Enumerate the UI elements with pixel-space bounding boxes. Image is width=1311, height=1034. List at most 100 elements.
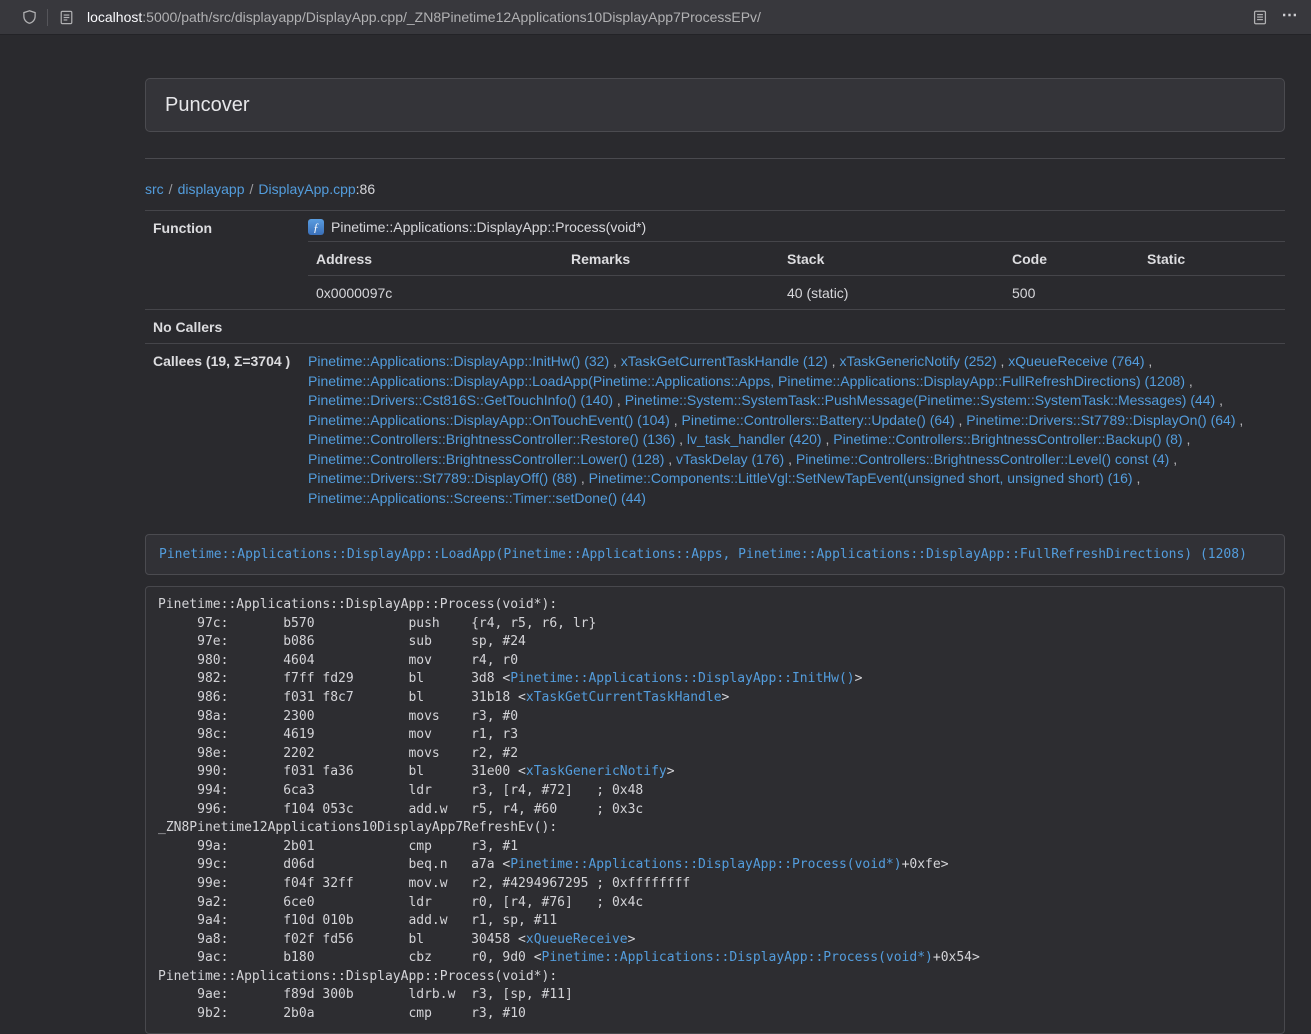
code-line: 99a: 2b01 cmp r3, #1 (158, 838, 1272, 857)
toolbar-divider (47, 9, 48, 26)
page-identity-icon[interactable] (51, 0, 81, 35)
code-line: 98c: 4619 mov r1, r3 (158, 726, 1272, 745)
breadcrumb-separator: / (250, 181, 254, 197)
callee-separator: , (784, 451, 796, 467)
callee-separator: , (664, 451, 676, 467)
function-title: ƒ Pinetime::Applications::DisplayApp::Pr… (308, 219, 1285, 235)
symbol-table: Function ƒ Pinetime::Applications::Displ… (145, 210, 1285, 516)
highlighted-symbol-link[interactable]: Pinetime::Applications::DisplayApp::Load… (159, 547, 1247, 562)
callee-link[interactable]: Pinetime::Controllers::BrightnessControl… (308, 451, 664, 467)
callee-separator: , (609, 353, 621, 369)
callee-link[interactable]: lv_task_handler (420) (687, 431, 822, 447)
breadcrumb-link-file[interactable]: DisplayApp.cpp (258, 181, 355, 197)
code-symbol-link[interactable]: Pinetime::Applications::DisplayApp::Proc… (510, 857, 901, 872)
callees-list: Pinetime::Applications::DisplayApp::Init… (300, 344, 1285, 517)
code-symbol-link[interactable]: xTaskGetCurrentTaskHandle (526, 690, 722, 705)
function-label: Function (145, 211, 300, 310)
code-symbol-link[interactable]: Pinetime::Applications::DisplayApp::Init… (510, 671, 854, 686)
callee-link[interactable]: Pinetime::Drivers::St7789::DisplayOn() (… (966, 412, 1235, 428)
callee-link[interactable]: Pinetime::System::SystemTask::PushMessag… (625, 392, 1216, 408)
tracking-shield-icon[interactable] (14, 0, 44, 35)
callee-link[interactable]: Pinetime::Applications::Screens::Timer::… (308, 490, 646, 506)
no-callers-row: No Callers (145, 310, 1285, 344)
function-name: Pinetime::Applications::DisplayApp::Proc… (331, 220, 646, 235)
code-line: 982: f7ff fd29 bl 3d8 <Pinetime::Applica… (158, 670, 1272, 689)
page-content: Puncover src/displayapp/DisplayApp.cpp:8… (145, 78, 1285, 1034)
function-row: Function ƒ Pinetime::Applications::Displ… (145, 211, 1285, 310)
detail-value-row: 0x0000097c 40 (static) 500 (308, 276, 1285, 310)
browser-toolbar: localhost:5000/path/src/displayapp/Displ… (0, 0, 1311, 35)
stack-value: 40 (static) (779, 276, 1004, 310)
code-line: 9ae: f89d 300b ldrb.w r3, [sp, #11] (158, 986, 1272, 1005)
code-line: 98e: 2202 movs r2, #2 (158, 745, 1272, 764)
callee-link[interactable]: Pinetime::Applications::DisplayApp::Load… (308, 373, 1185, 389)
callee-separator: , (1133, 470, 1141, 486)
callee-separator: , (1144, 353, 1152, 369)
callee-link[interactable]: xTaskGenericNotify (252) (839, 353, 996, 369)
code-symbol-link[interactable]: xQueueReceive (526, 932, 628, 947)
code-line: 9a4: f10d 010b add.w r1, sp, #11 (158, 912, 1272, 931)
code-line: 994: 6ca3 ldr r3, [r4, #72] ; 0x48 (158, 782, 1272, 801)
callee-separator: , (577, 470, 589, 486)
code-line: 996: f104 053c add.w r5, r4, #60 ; 0x3c (158, 801, 1272, 820)
url-host: localhost (87, 9, 142, 25)
callee-link[interactable]: xTaskGetCurrentTaskHandle (12) (621, 353, 828, 369)
callee-separator: , (997, 353, 1009, 369)
breadcrumb-link-src[interactable]: src (145, 181, 164, 197)
code-line: 97c: b570 push {r4, r5, r6, lr} (158, 615, 1272, 634)
callee-link[interactable]: vTaskDelay (176) (676, 451, 784, 467)
function-cell: ƒ Pinetime::Applications::DisplayApp::Pr… (300, 211, 1285, 310)
column-remarks: Remarks (563, 242, 779, 276)
callee-link[interactable]: Pinetime::Controllers::Battery::Update()… (682, 412, 955, 428)
code-size-value: 500 (1004, 276, 1139, 310)
column-stack: Stack (779, 242, 1004, 276)
callee-separator: , (955, 412, 967, 428)
callee-separator: , (675, 431, 687, 447)
code-line: 9a8: f02f fd56 bl 30458 <xQueueReceive> (158, 931, 1272, 950)
symbol-detail-table: Address Remarks Stack Code Static 0x0000… (308, 241, 1285, 309)
code-line: 9a2: 6ce0 ldr r0, [r4, #76] ; 0x4c (158, 894, 1272, 913)
breadcrumb: src/displayapp/DisplayApp.cpp:86 (145, 179, 1285, 199)
code-line: 990: f031 fa36 bl 31e00 <xTaskGenericNot… (158, 763, 1272, 782)
code-line: 9ac: b180 cbz r0, 9d0 <Pinetime::Applica… (158, 949, 1272, 968)
code-line: 98a: 2300 movs r3, #0 (158, 708, 1272, 727)
url-path: :5000/path/src/displayapp/DisplayApp.cpp… (142, 9, 761, 25)
no-callers-cell (300, 310, 1285, 344)
function-icon: ƒ (308, 219, 324, 235)
address-value: 0x0000097c (308, 276, 563, 310)
code-line: Pinetime::Applications::DisplayApp::Proc… (158, 968, 1272, 987)
overflow-menu-icon[interactable]: ⋯ (1275, 0, 1305, 35)
code-symbol-link[interactable]: xTaskGenericNotify (526, 764, 667, 779)
callee-separator: , (1236, 412, 1244, 428)
callee-separator: , (822, 431, 834, 447)
callee-link[interactable]: Pinetime::Drivers::St7789::DisplayOff() … (308, 470, 577, 486)
code-line: 97e: b086 sub sp, #24 (158, 633, 1272, 652)
callee-separator: , (613, 392, 625, 408)
section-divider (145, 158, 1285, 159)
breadcrumb-link-displayapp[interactable]: displayapp (178, 181, 245, 197)
code-line: _ZN8Pinetime12Applications10DisplayApp7R… (158, 819, 1272, 838)
column-static: Static (1139, 242, 1285, 276)
callee-link[interactable]: xQueueReceive (764) (1008, 353, 1144, 369)
callee-link[interactable]: Pinetime::Drivers::Cst816S::GetTouchInfo… (308, 392, 613, 408)
reader-view-icon[interactable] (1245, 0, 1275, 35)
code-line: 986: f031 f8c7 bl 31b18 <xTaskGetCurrent… (158, 689, 1272, 708)
app-title: Puncover (165, 94, 1265, 116)
url-bar[interactable]: localhost:5000/path/src/displayapp/Displ… (87, 9, 1245, 25)
column-address: Address (308, 242, 563, 276)
callee-link[interactable]: Pinetime::Controllers::BrightnessControl… (796, 451, 1169, 467)
highlighted-symbol-box: Pinetime::Applications::DisplayApp::Load… (145, 534, 1285, 575)
breadcrumb-separator: / (169, 181, 173, 197)
disassembly: Pinetime::Applications::DisplayApp::Proc… (145, 586, 1285, 1034)
callee-link[interactable]: Pinetime::Controllers::BrightnessControl… (833, 431, 1182, 447)
callee-separator: , (1169, 451, 1177, 467)
code-line: 99c: d06d beq.n a7a <Pinetime::Applicati… (158, 856, 1272, 875)
callee-link[interactable]: Pinetime::Components::LittleVgl::SetNewT… (589, 470, 1133, 486)
code-symbol-link[interactable]: Pinetime::Applications::DisplayApp::Proc… (542, 950, 933, 965)
callee-separator: , (1185, 373, 1193, 389)
callee-link[interactable]: Pinetime::Applications::DisplayApp::OnTo… (308, 412, 670, 428)
callee-separator: , (670, 412, 682, 428)
callee-link[interactable]: Pinetime::Applications::DisplayApp::Init… (308, 353, 609, 369)
callee-link[interactable]: Pinetime::Controllers::BrightnessControl… (308, 431, 675, 447)
code-line: Pinetime::Applications::DisplayApp::Proc… (158, 596, 1272, 615)
